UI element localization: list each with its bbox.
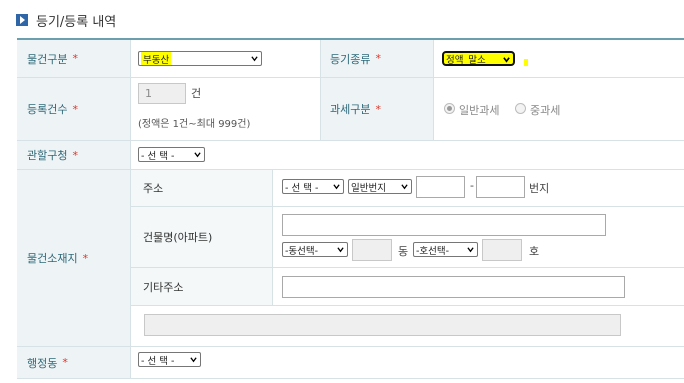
tax-heavy-label: 중과세 xyxy=(530,104,561,117)
address-region-select[interactable]: - 선 택 - xyxy=(282,179,344,194)
other-address-cell xyxy=(272,268,684,305)
label-text: 물건소재지 xyxy=(27,252,78,265)
property-type-value: 부동산 xyxy=(141,52,172,65)
location-label: 물건소재지 * xyxy=(17,170,130,346)
address-cell: - 선 택 - 일반번지 - 번지 xyxy=(272,170,684,206)
other-address-input[interactable] xyxy=(282,276,625,298)
property-type-cell: 부동산 xyxy=(130,40,320,77)
full-address-cell xyxy=(130,306,684,346)
building-label: 건물명(아파트) xyxy=(130,207,272,267)
address-type-value: 일반번지 xyxy=(351,182,386,194)
registration-type-cell: 정액_말소 xyxy=(433,40,684,77)
jurisdiction-value: - 선 택 - xyxy=(141,150,175,162)
full-address-input[interactable] xyxy=(144,314,621,336)
column-divider xyxy=(272,170,273,305)
chevron-down-icon xyxy=(251,56,258,62)
column-divider xyxy=(130,40,131,378)
label-text: 등기종류 xyxy=(330,52,371,66)
label-text: 기타주소 xyxy=(143,280,184,294)
required-mark: * xyxy=(62,356,68,369)
address-main-number-input[interactable] xyxy=(416,176,465,198)
jurisdiction-label: 관할구청 * xyxy=(17,141,130,169)
admin-dong-cell: - 선 택 - xyxy=(130,347,684,378)
ho-select[interactable]: -호선택- xyxy=(413,242,478,257)
jurisdiction-cell: - 선 택 - xyxy=(130,141,684,169)
registration-count-input[interactable]: 1 xyxy=(138,83,186,104)
tax-general-label: 일반과세 xyxy=(459,104,500,117)
registration-form: 물건구분 * 부동산 등기종류 * 정액_말소 등록건수 * 1 건 (정액은 1건~… xyxy=(17,38,684,383)
label-text: 과세구분 xyxy=(330,103,371,116)
address-type-select[interactable]: 일반번지 xyxy=(348,179,412,194)
registration-count-label: 등록건수 * xyxy=(17,78,130,140)
address-sub-number-input[interactable] xyxy=(476,176,525,198)
required-mark: * xyxy=(72,52,78,65)
dong-value: -동선택- xyxy=(285,245,319,257)
building-cell: -동선택- 동 -호선택- 호 xyxy=(272,207,684,267)
count-hint: (정액은 1건~최대 999건) xyxy=(138,119,251,130)
address-label: 주소 xyxy=(130,170,272,206)
row-divider xyxy=(17,378,684,379)
label-text: 건물명(아파트) xyxy=(143,231,213,244)
registration-type-label: 등기종류 * xyxy=(320,40,433,77)
count-unit: 건 xyxy=(191,87,202,100)
ho-value: -호선택- xyxy=(416,245,450,257)
address-dash: - xyxy=(470,179,474,192)
required-mark: * xyxy=(72,148,78,162)
dong-unit: 동 xyxy=(398,245,409,258)
column-divider xyxy=(433,40,434,140)
address-region-value: - 선 택 - xyxy=(285,182,319,194)
chevron-down-icon xyxy=(503,57,510,63)
property-type-label: 물건구분 * xyxy=(17,40,130,77)
chevron-down-icon xyxy=(401,184,408,190)
registration-type-select[interactable]: 정액_말소 xyxy=(442,51,515,66)
jurisdiction-select[interactable]: - 선 택 - xyxy=(138,147,205,162)
section-title: 등기/등록 내역 xyxy=(16,11,117,30)
other-address-label: 기타주소 xyxy=(130,268,272,305)
required-mark: * xyxy=(375,102,381,116)
admin-dong-label: 행정동 * xyxy=(17,347,130,378)
chevron-down-icon xyxy=(194,152,201,158)
column-divider xyxy=(320,40,321,140)
chevron-down-icon xyxy=(190,357,197,363)
admin-dong-value: - 선 택 - xyxy=(141,355,175,367)
dong-select[interactable]: -동선택- xyxy=(282,242,348,257)
section-title-text: 등기/등록 내역 xyxy=(36,14,117,30)
ho-unit: 호 xyxy=(529,245,540,258)
address-unit: 번지 xyxy=(529,182,550,195)
label-text: 관할구청 xyxy=(27,149,68,162)
required-mark: * xyxy=(72,102,78,116)
arrow-box-icon xyxy=(16,14,28,26)
label-text: 물건구분 xyxy=(27,52,68,66)
tax-general-radio[interactable] xyxy=(444,103,455,114)
tax-heavy-radio[interactable] xyxy=(515,103,526,114)
registration-count-value: 1 xyxy=(145,87,152,100)
chevron-down-icon xyxy=(337,247,344,253)
required-mark: * xyxy=(82,251,89,265)
chevron-down-icon xyxy=(467,247,474,253)
tax-class-label: 과세구분 * xyxy=(320,78,433,140)
ho-number-input[interactable] xyxy=(482,239,522,261)
registration-count-cell: 1 건 (정액은 1건~최대 999건) xyxy=(130,78,320,140)
chevron-down-icon xyxy=(333,184,340,190)
label-text: 등록건수 xyxy=(27,103,68,116)
dong-number-input[interactable] xyxy=(352,239,392,261)
registration-type-value: 정액_말소 xyxy=(446,54,486,66)
highlight-mark xyxy=(524,59,528,66)
admin-dong-select[interactable]: - 선 택 - xyxy=(138,352,201,367)
building-name-input[interactable] xyxy=(282,214,606,236)
label-text: 행정동 xyxy=(27,356,58,370)
required-mark: * xyxy=(375,52,381,65)
label-text: 주소 xyxy=(143,182,164,195)
tax-class-cell: 일반과세 중과세 xyxy=(433,78,684,140)
property-type-select[interactable]: 부동산 xyxy=(138,51,262,66)
